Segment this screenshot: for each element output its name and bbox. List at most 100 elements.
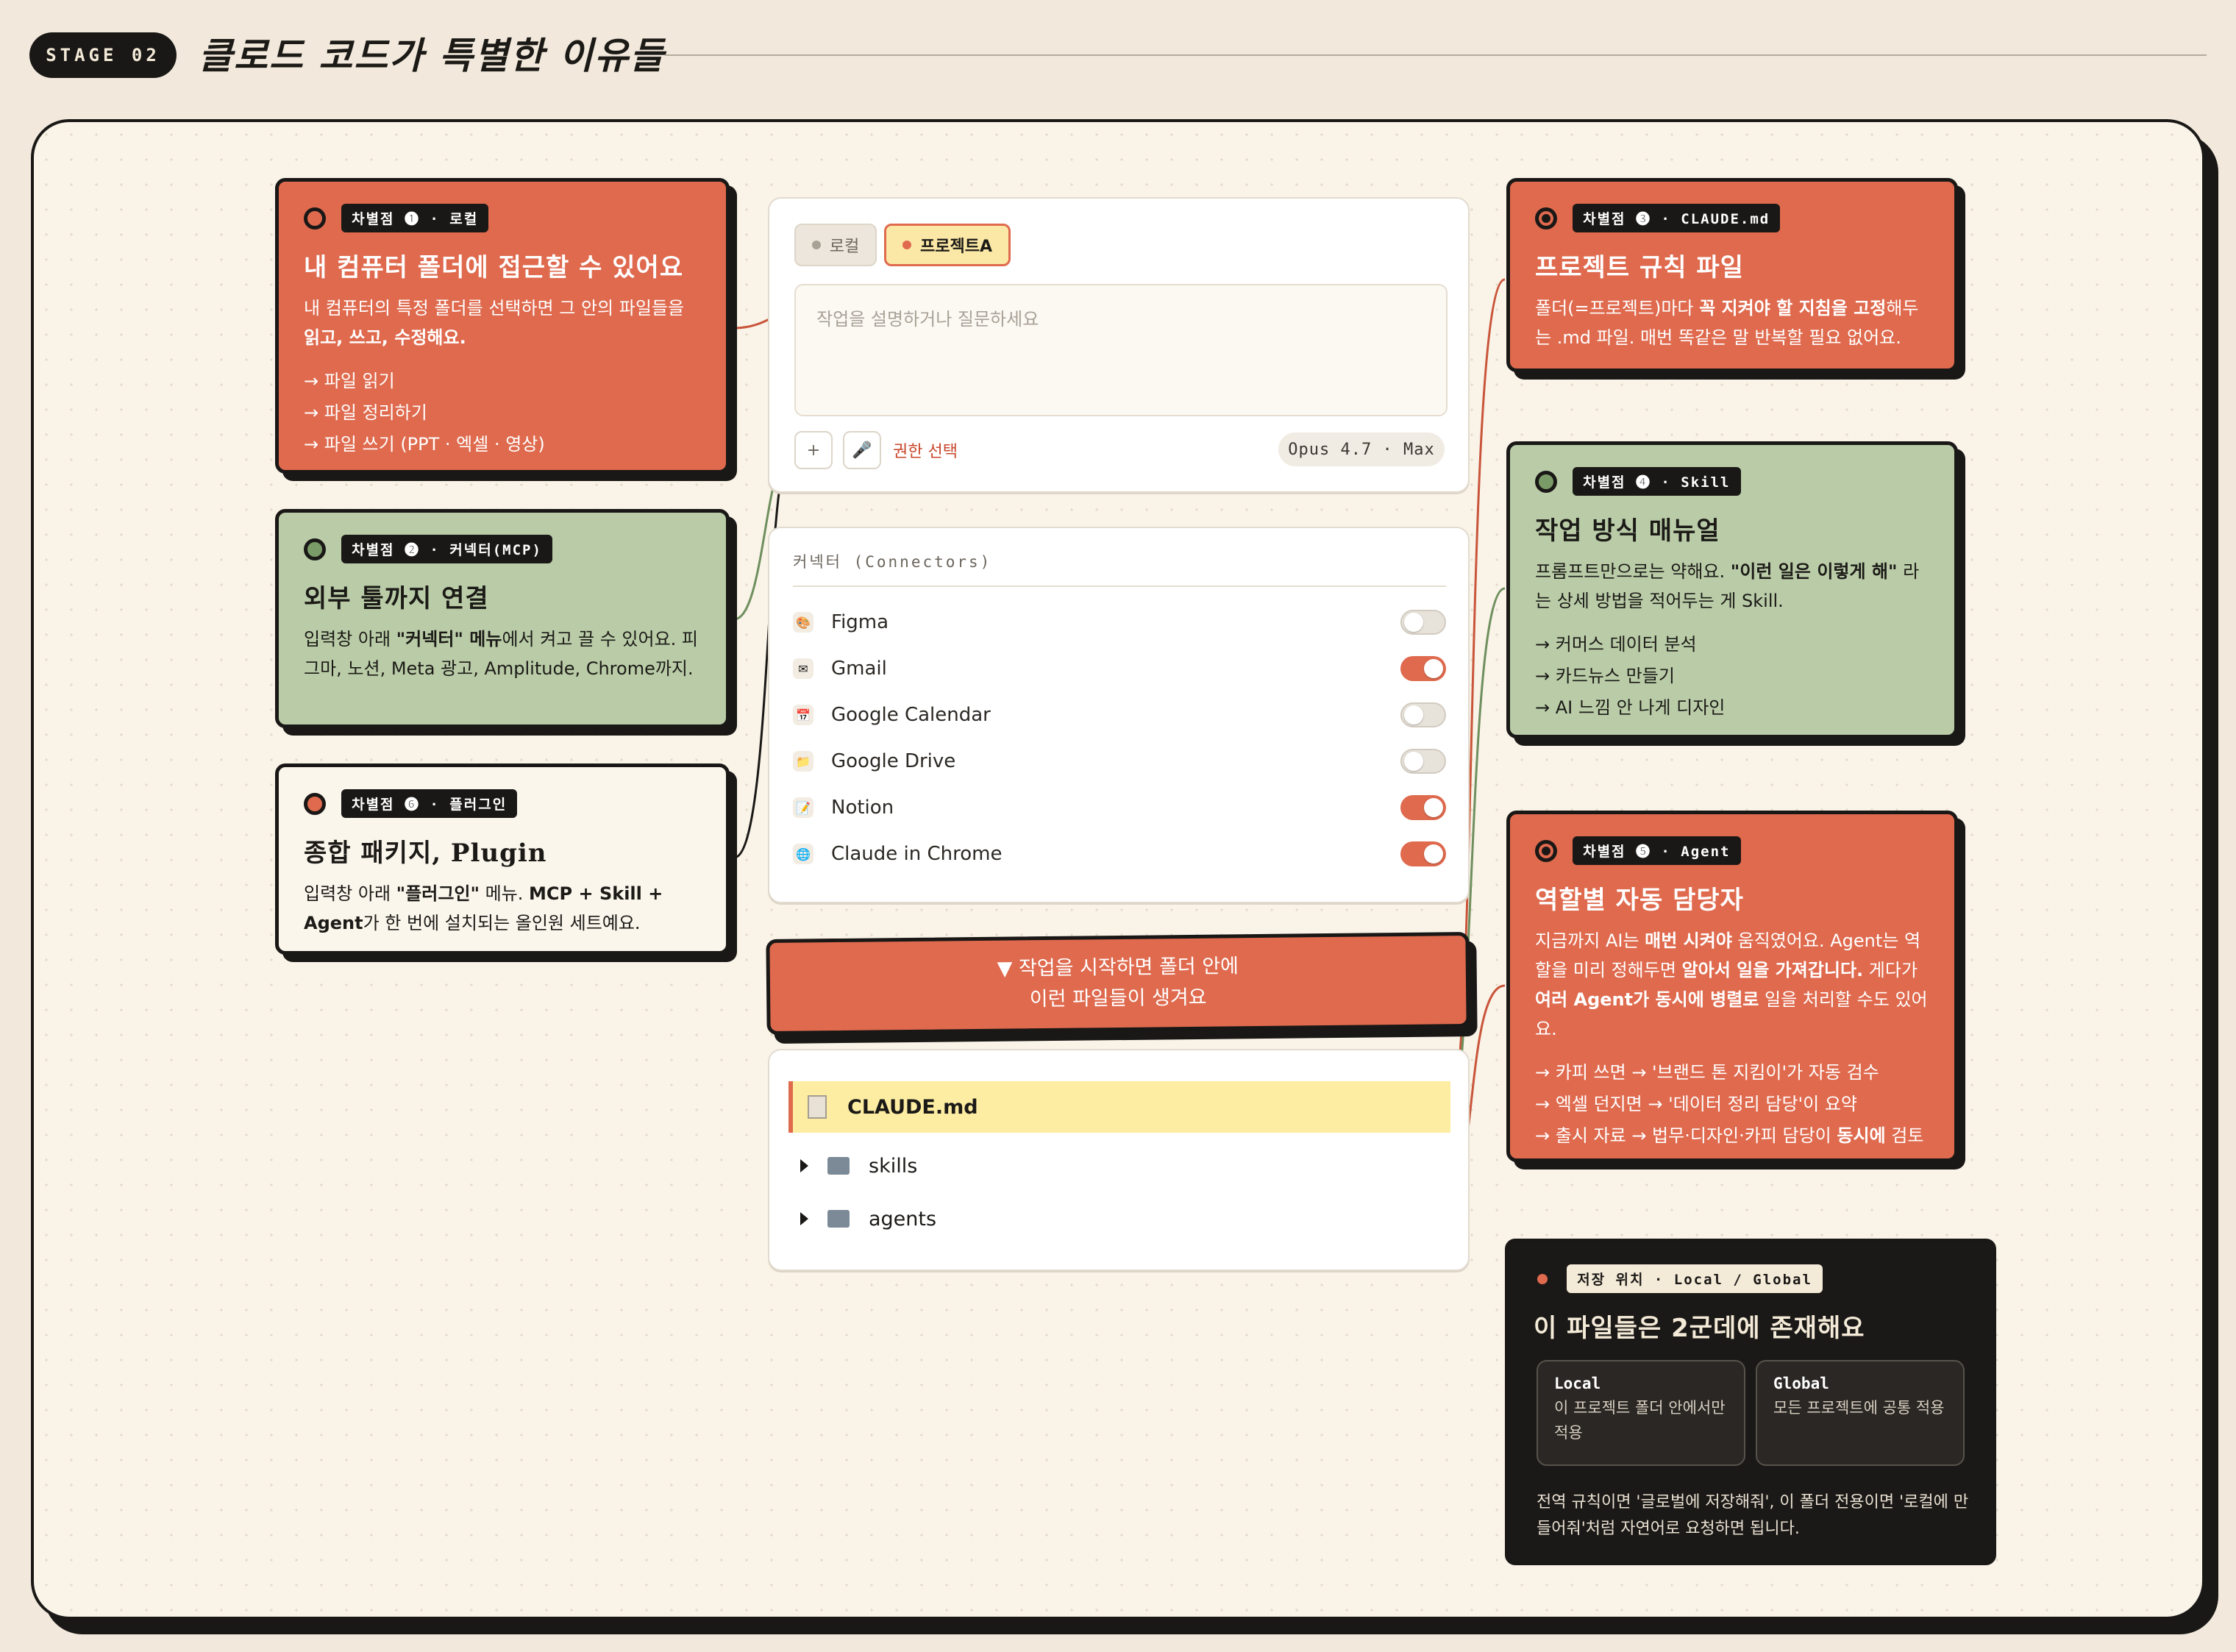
storage-footer: 전역 규칙이면 '글로벌에 저장해줘', 이 폴더 전용이면 '로컬에 만들어줘… bbox=[1537, 1493, 1969, 1538]
connector-icon: 📁 bbox=[793, 751, 813, 772]
card-title: 역할별 자동 담당자 bbox=[1535, 886, 1744, 915]
card-tag: 차별점 ❷ · 커넥터(MCP) bbox=[341, 535, 552, 563]
connector-icon: 📝 bbox=[793, 797, 813, 818]
card-agent: 차별점 ❺ · Agent 역할별 자동 담당자 지금까지 AI는 매번 시켜야… bbox=[1506, 811, 1958, 1162]
connector-row: 📝 Notion bbox=[793, 793, 1446, 822]
connector-toggle[interactable] bbox=[1400, 841, 1446, 866]
connector-name: Figma bbox=[831, 611, 889, 633]
card-tag: 차별점 ❻ · 플러그인 bbox=[341, 789, 518, 818]
connector-toggle[interactable] bbox=[1400, 702, 1446, 727]
mic-button[interactable]: 🎤 bbox=[843, 431, 881, 469]
connector-icon: 🌐 bbox=[793, 844, 813, 864]
connectors-panel: 커넥터 (Connectors) 🎨 Figma ✉ Gmail 📅 Google Cal… bbox=[768, 527, 1470, 903]
divider bbox=[793, 585, 1446, 587]
connector-name: Google Calendar bbox=[831, 704, 991, 726]
status-dot-icon bbox=[304, 792, 326, 815]
storage-local-box: Local 이 프로젝트 폴더 안에서만 적용 bbox=[1537, 1360, 1745, 1466]
scope-chip-local[interactable]: 로컬 bbox=[794, 224, 877, 266]
status-dot-icon bbox=[1535, 470, 1557, 493]
card-tag: 차별점 ❸ · CLAUDE.md bbox=[1573, 204, 1781, 232]
card-mcp: 차별점 ❷ · 커넥터(MCP) 외부 툴까지 연결 입력창 아래 "커넥터" … bbox=[275, 509, 730, 728]
list-item: → AI 느낌 안 나게 디자인 bbox=[1535, 697, 1726, 718]
connector-icon: ✉ bbox=[793, 658, 813, 679]
caret-right-icon[interactable] bbox=[800, 1212, 808, 1225]
card-list: → 커머스 데이터 분석 → 카드뉴스 만들기 → AI 느낌 안 나게 디자인 bbox=[1535, 629, 1929, 724]
box-title: Global bbox=[1773, 1375, 1829, 1392]
card-title: 이 파일들은 2군데에 존재해요 bbox=[1534, 1314, 1865, 1343]
box-desc: 이 프로젝트 폴더 안에서만 적용 bbox=[1554, 1399, 1726, 1442]
add-button[interactable]: + bbox=[794, 431, 833, 469]
card-title: 외부 툴까지 연결 bbox=[304, 584, 489, 613]
toggle-knob bbox=[1424, 659, 1443, 678]
list-item: → 엑셀 던지면 → '데이터 정리 담당'이 요약 bbox=[1535, 1094, 1858, 1114]
card-desc: 폴더(=프로젝트)마다 꼭 지켜야 할 지침을 고정해두는 .md 파일. 매번… bbox=[1535, 298, 1919, 348]
card-tag: 저장 위치 · Local / Global bbox=[1567, 1264, 1823, 1293]
connector-row: 📁 Google Drive bbox=[793, 747, 1446, 776]
storage-global-box: Global 모든 프로젝트에 공통 적용 bbox=[1756, 1360, 1965, 1466]
caret-right-icon[interactable] bbox=[800, 1159, 808, 1172]
model-selector[interactable]: Opus 4.7 · Max bbox=[1278, 432, 1445, 466]
permission-select[interactable]: 권한 선택 bbox=[893, 438, 958, 462]
status-dot-icon bbox=[1535, 839, 1557, 862]
card-plugin: 차별점 ❻ · 플러그인 종합 패키지, Plugin 입력창 아래 "플러그인… bbox=[275, 763, 730, 955]
connector-icon: 🎨 bbox=[793, 612, 813, 633]
box-desc: 모든 프로젝트에 공통 적용 bbox=[1773, 1399, 1945, 1417]
list-item: → 파일 읽기 bbox=[304, 371, 395, 391]
toggle-knob bbox=[1424, 844, 1443, 864]
card-tag: 차별점 ❹ · Skill bbox=[1573, 467, 1741, 496]
connector-toggle[interactable] bbox=[1400, 610, 1446, 635]
list-item: → 카피 쓰면 → '브랜드 톤 지킴이'가 자동 검수 bbox=[1535, 1062, 1879, 1083]
folder-row-skills[interactable]: skills bbox=[800, 1140, 917, 1192]
card-claude-md: 차별점 ❸ · CLAUDE.md 프로젝트 규칙 파일 폴더(=프로젝트)마다… bbox=[1506, 178, 1958, 372]
connector-name: Gmail bbox=[831, 658, 887, 680]
chat-input-panel: 로컬 프로젝트A 작업을 설명하거나 질문하세요 + 🎤 권한 선택 Opus … bbox=[768, 197, 1470, 493]
card-title: 내 컴퓨터 폴더에 접근할 수 있어요 bbox=[304, 253, 684, 282]
connector-name: Claude in Chrome bbox=[831, 843, 1003, 865]
toggle-knob bbox=[1424, 798, 1443, 817]
card-desc: 프롬프트만으로는 약해요. "이런 일은 이렇게 해" 라는 상세 방법을 적어… bbox=[1535, 561, 1920, 611]
folder-row-agents[interactable]: agents bbox=[800, 1193, 936, 1245]
list-item: → 출시 자료 → 법무·디자인·카피 담당이 동시에 검토 bbox=[1535, 1125, 1924, 1146]
connector-icon: 📅 bbox=[793, 705, 813, 725]
folder-name: agents bbox=[869, 1207, 937, 1231]
card-desc: 입력창 아래 "커넥터" 메뉴에서 켜고 끌 수 있어요. 피그마, 노션, M… bbox=[304, 629, 699, 679]
dot-icon bbox=[902, 241, 911, 249]
banner-line: 이런 파일들이 생겨요 bbox=[1029, 986, 1207, 1011]
microphone-icon: 🎤 bbox=[852, 441, 872, 460]
card-list: → 카피 쓰면 → '브랜드 톤 지킴이'가 자동 검수 → 엑셀 던지면 → … bbox=[1535, 1057, 1929, 1152]
list-item: → 파일 쓰기 (PPT · 엑셀 · 영상) bbox=[304, 434, 545, 455]
box-title: Local bbox=[1554, 1375, 1601, 1392]
status-dot-icon bbox=[1535, 207, 1557, 229]
card-title: 종합 패키지, Plugin bbox=[304, 839, 547, 868]
card-storage: 저장 위치 · Local / Global 이 파일들은 2군데에 존재해요 … bbox=[1505, 1239, 1996, 1565]
folder-name: skills bbox=[869, 1154, 918, 1178]
card-title: 프로젝트 규칙 파일 bbox=[1535, 253, 1744, 282]
status-dot-icon bbox=[1534, 1270, 1551, 1288]
connector-toggle[interactable] bbox=[1400, 656, 1446, 681]
folder-icon bbox=[827, 1157, 850, 1175]
connector-toggle[interactable] bbox=[1400, 749, 1446, 774]
connector-row: 🌐 Claude in Chrome bbox=[793, 839, 1446, 869]
status-dot-icon bbox=[304, 538, 326, 560]
file-name: CLAUDE.md bbox=[847, 1095, 978, 1119]
connector-name: Notion bbox=[831, 797, 894, 819]
card-tag: 차별점 ❶ · 로컬 bbox=[341, 204, 489, 232]
files-banner: ▼ 작업을 시작하면 폴더 안에 이런 파일들이 생겨요 bbox=[766, 931, 1470, 1036]
connector-row: 🎨 Figma bbox=[793, 608, 1446, 637]
card-desc: 내 컴퓨터의 특정 폴더를 선택하면 그 안의 파일들을 읽고, 쓰고, 수정해요… bbox=[304, 298, 685, 348]
connector-name: Google Drive bbox=[831, 750, 956, 772]
card-skill: 차별점 ❹ · Skill 작업 방식 매뉴얼 프롬프트만으로는 약해요. "이… bbox=[1506, 441, 1958, 738]
card-desc: 입력창 아래 "플러그인" 메뉴. MCP + Skill + Agent가 한… bbox=[304, 883, 663, 933]
connector-row: 📅 Google Calendar bbox=[793, 700, 1446, 730]
prompt-input[interactable]: 작업을 설명하거나 질문하세요 bbox=[794, 284, 1448, 416]
connector-toggle[interactable] bbox=[1400, 795, 1446, 820]
connectors-title: 커넥터 (Connectors) bbox=[793, 553, 992, 571]
card-desc: 지금까지 AI는 매번 시켜야 움직였어요. Agent는 역할을 미리 정해두… bbox=[1535, 930, 1928, 1039]
status-dot-icon bbox=[304, 207, 326, 229]
file-row-claude-md[interactable]: CLAUDE.md bbox=[788, 1081, 1450, 1133]
dot-icon bbox=[811, 241, 821, 249]
list-item: → 카드뉴스 만들기 bbox=[1535, 666, 1675, 686]
folder-icon bbox=[827, 1210, 850, 1228]
connector-row: ✉ Gmail bbox=[793, 654, 1446, 683]
scope-chip-project[interactable]: 프로젝트A bbox=[884, 224, 1011, 266]
